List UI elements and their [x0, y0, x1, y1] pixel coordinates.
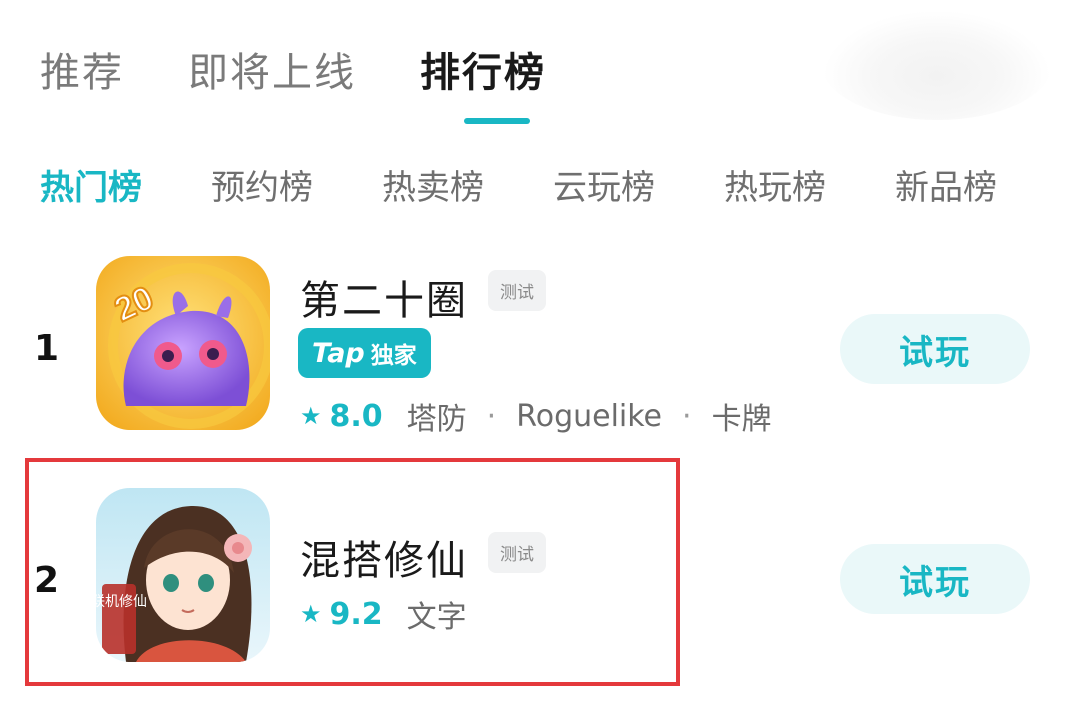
- tag: 塔防: [406, 402, 467, 437]
- tag: Roguelike: [516, 398, 663, 434]
- tab-recommend[interactable]: 推荐: [40, 40, 124, 98]
- separator-dot: ·: [682, 398, 692, 434]
- exclusive-label: 独家: [370, 343, 417, 369]
- tap-logo: Tap: [312, 337, 365, 369]
- rating-score: 8.0: [329, 398, 383, 434]
- subtab-hot[interactable]: 热门榜: [40, 160, 142, 209]
- try-play-button[interactable]: 试玩: [840, 314, 1030, 384]
- separator-dot: ·: [486, 398, 497, 434]
- game-icon[interactable]: 20: [96, 256, 270, 430]
- slime-icon: 20: [96, 256, 270, 430]
- list-item[interactable]: 1 20 第二十圈 测试 Tap 独家 ★ 8.0 塔防 · Roguelike…: [0, 256, 1072, 446]
- game-title[interactable]: 第二十圈: [300, 268, 468, 326]
- try-play-button[interactable]: 试玩: [840, 544, 1030, 614]
- active-tab-indicator: [464, 118, 530, 124]
- rank-number: 1: [34, 328, 60, 369]
- tab-upcoming[interactable]: 即将上线: [188, 40, 356, 98]
- subtab-bestselling[interactable]: 热卖榜: [382, 160, 484, 209]
- header-decoration: [822, 10, 1052, 120]
- game-meta: ★ 8.0 塔防 · Roguelike · 卡牌: [300, 394, 772, 438]
- top-tab-bar: 推荐 即将上线 排行榜: [40, 40, 546, 98]
- tab-rankings[interactable]: 排行榜: [420, 40, 546, 98]
- ranking-category-bar: 热门榜 预约榜 热卖榜 云玩榜 热玩榜 新品榜: [40, 160, 997, 209]
- subtab-hotplay[interactable]: 热玩榜: [724, 160, 826, 209]
- highlight-frame: [25, 458, 680, 686]
- subtab-cloud[interactable]: 云玩榜: [553, 160, 655, 209]
- tag: 卡牌: [711, 402, 772, 437]
- test-badge: 测试: [488, 270, 546, 311]
- tap-exclusive-badge: Tap 独家: [298, 328, 431, 378]
- star-icon: ★: [300, 402, 322, 430]
- subtab-reserve[interactable]: 预约榜: [211, 160, 313, 209]
- subtab-new[interactable]: 新品榜: [895, 160, 997, 209]
